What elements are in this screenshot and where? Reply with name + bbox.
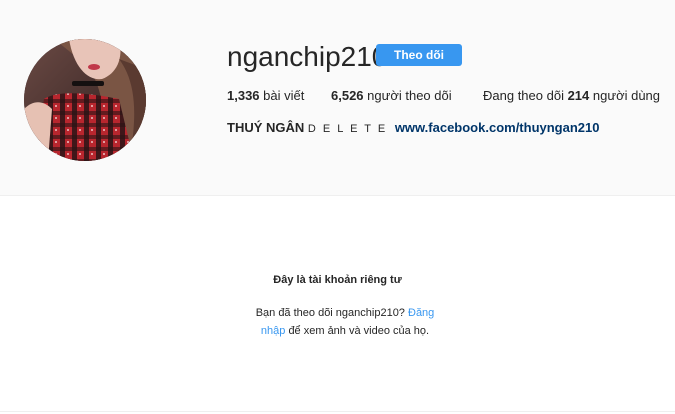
follow-button[interactable]: Theo dõi bbox=[376, 44, 462, 66]
following-label: người dùng bbox=[592, 88, 661, 103]
followers-count: 6,526 bbox=[331, 88, 364, 103]
posts-label: bài viết bbox=[263, 88, 305, 103]
username: nganchip210 bbox=[227, 41, 388, 72]
private-title: Đây là tài khoản riêng tư bbox=[273, 274, 402, 286]
profile-header: nganchip210 Theo dõi 1,336 bài viết 6,52… bbox=[0, 0, 675, 196]
private-account-notice: Đây là tài khoản riêng tư Bạn đã theo dõ… bbox=[0, 196, 675, 412]
followers-stat[interactable]: 6,526 người theo dõi bbox=[331, 88, 452, 103]
avatar-image bbox=[24, 39, 146, 161]
bio-link[interactable]: www.facebook.com/thuyngan210 bbox=[395, 120, 600, 135]
followers-label: người theo dõi bbox=[367, 88, 452, 103]
full-name: THUÝ NGÂN bbox=[227, 120, 305, 135]
private-message: Bạn đã theo dõi nganchip210? Đăng nhập đ… bbox=[250, 304, 440, 340]
following-stat[interactable]: Đang theo dõi 214 người dùng bbox=[483, 88, 660, 103]
posts-stat: 1,336 bài viết bbox=[227, 88, 304, 103]
private-text-before: Bạn đã theo dõi nganchip210? bbox=[255, 307, 405, 319]
bio-tagline: D E L E T E bbox=[307, 123, 388, 135]
following-count: 214 bbox=[567, 88, 590, 103]
avatar[interactable] bbox=[24, 39, 146, 161]
private-text-after: để xem ảnh và video của họ. bbox=[288, 325, 430, 337]
bio: THUÝ NGÂN D E L E T E www.facebook.com/t… bbox=[227, 120, 600, 135]
following-prefix: Đang theo dõi bbox=[483, 88, 564, 103]
posts-count: 1,336 bbox=[227, 88, 260, 103]
